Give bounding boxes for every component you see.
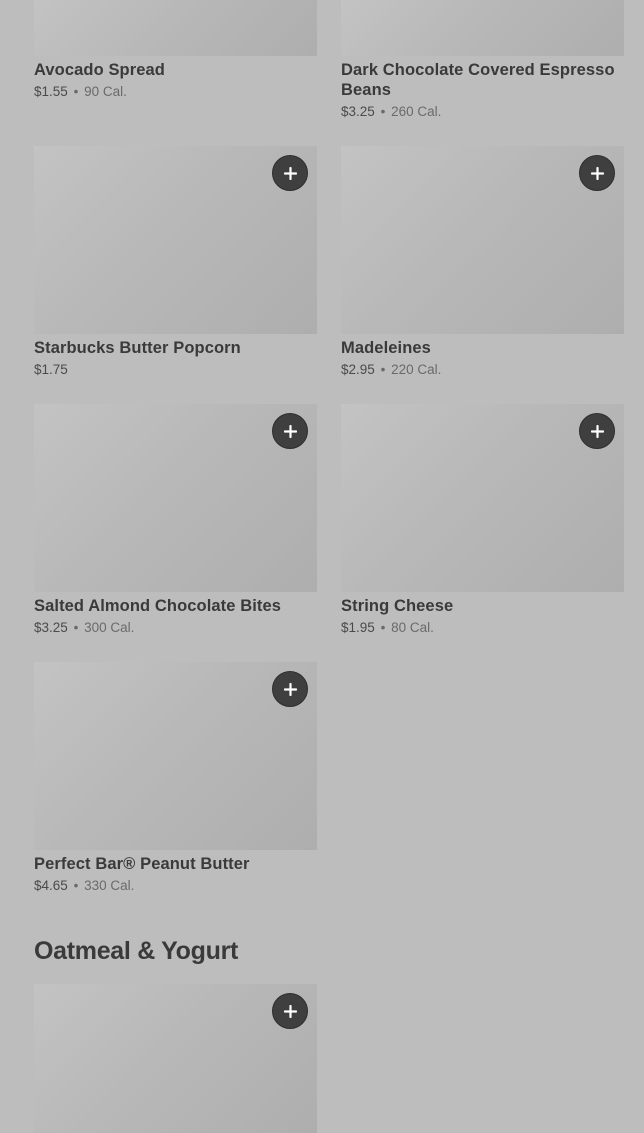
product-card[interactable]: Starbucks Butter Popcorn $1.75: [34, 146, 317, 378]
product-calories: 220 Cal.: [391, 362, 442, 377]
add-to-order-button[interactable]: [272, 413, 308, 449]
meta-separator: •: [380, 620, 386, 635]
meta-separator: •: [73, 84, 79, 99]
add-to-order-button[interactable]: [272, 155, 308, 191]
product-title[interactable]: Salted Almond Chocolate Bites: [34, 596, 317, 616]
product-price: $2.95: [341, 362, 375, 377]
product-meta: $1.75: [34, 362, 317, 378]
product-title[interactable]: Madeleines: [341, 338, 624, 358]
plus-icon: [590, 424, 604, 438]
add-to-order-button[interactable]: [272, 671, 308, 707]
add-to-order-button[interactable]: [272, 993, 308, 1029]
product-meta: $3.25 • 300 Cal.: [34, 620, 317, 636]
meta-separator: •: [380, 362, 386, 377]
product-meta: $2.95 • 220 Cal.: [341, 362, 624, 378]
product-title[interactable]: Perfect Bar® Peanut Butter: [34, 854, 317, 874]
product-image[interactable]: [341, 0, 624, 56]
product-calories: 330 Cal.: [84, 878, 135, 893]
meta-separator: •: [380, 104, 386, 119]
product-card[interactable]: Dark Chocolate Covered Espresso Beans $3…: [341, 0, 624, 120]
product-card[interactable]: String Cheese $1.95 • 80 Cal.: [341, 404, 624, 636]
product-calories: 260 Cal.: [391, 104, 442, 119]
product-card[interactable]: Salted Almond Chocolate Bites $3.25 • 30…: [34, 404, 317, 636]
product-card[interactable]: Perfect Bar® Peanut Butter $4.65 • 330 C…: [34, 662, 317, 894]
plus-icon: [590, 166, 604, 180]
product-calories: 300 Cal.: [84, 620, 135, 635]
product-meta: $3.25 • 260 Cal.: [341, 104, 624, 120]
product-image[interactable]: [341, 404, 624, 592]
product-price: $1.95: [341, 620, 375, 635]
product-meta: $4.65 • 330 Cal.: [34, 878, 317, 894]
product-title[interactable]: Dark Chocolate Covered Espresso Beans: [341, 60, 624, 100]
product-price: $3.25: [341, 104, 375, 119]
product-price: $1.75: [34, 362, 68, 377]
product-title[interactable]: Avocado Spread: [34, 60, 317, 80]
product-calories: 90 Cal.: [84, 84, 127, 99]
product-image[interactable]: [341, 146, 624, 334]
product-meta: $1.55 • 90 Cal.: [34, 84, 317, 100]
add-to-order-button[interactable]: [579, 155, 615, 191]
add-to-order-button[interactable]: [579, 413, 615, 449]
product-price: $3.25: [34, 620, 68, 635]
plus-icon: [283, 166, 297, 180]
plus-icon: [283, 682, 297, 696]
plus-icon: [283, 1004, 297, 1018]
product-title[interactable]: String Cheese: [341, 596, 624, 616]
product-price: $4.65: [34, 878, 68, 893]
product-title[interactable]: Starbucks Butter Popcorn: [34, 338, 317, 358]
product-image[interactable]: [34, 146, 317, 334]
meta-separator: •: [73, 620, 79, 635]
product-image[interactable]: [34, 0, 317, 56]
product-image[interactable]: [34, 984, 317, 1133]
product-card[interactable]: [34, 984, 317, 1133]
meta-separator: •: [73, 878, 79, 893]
product-card[interactable]: Avocado Spread $1.55 • 90 Cal.: [34, 0, 317, 100]
plus-icon: [283, 424, 297, 438]
product-price: $1.55: [34, 84, 68, 99]
product-image[interactable]: [34, 404, 317, 592]
product-meta: $1.95 • 80 Cal.: [341, 620, 624, 636]
product-image[interactable]: [34, 662, 317, 850]
product-calories: 80 Cal.: [391, 620, 434, 635]
product-card[interactable]: Madeleines $2.95 • 220 Cal.: [341, 146, 624, 378]
section-heading: Oatmeal & Yogurt: [34, 937, 239, 965]
